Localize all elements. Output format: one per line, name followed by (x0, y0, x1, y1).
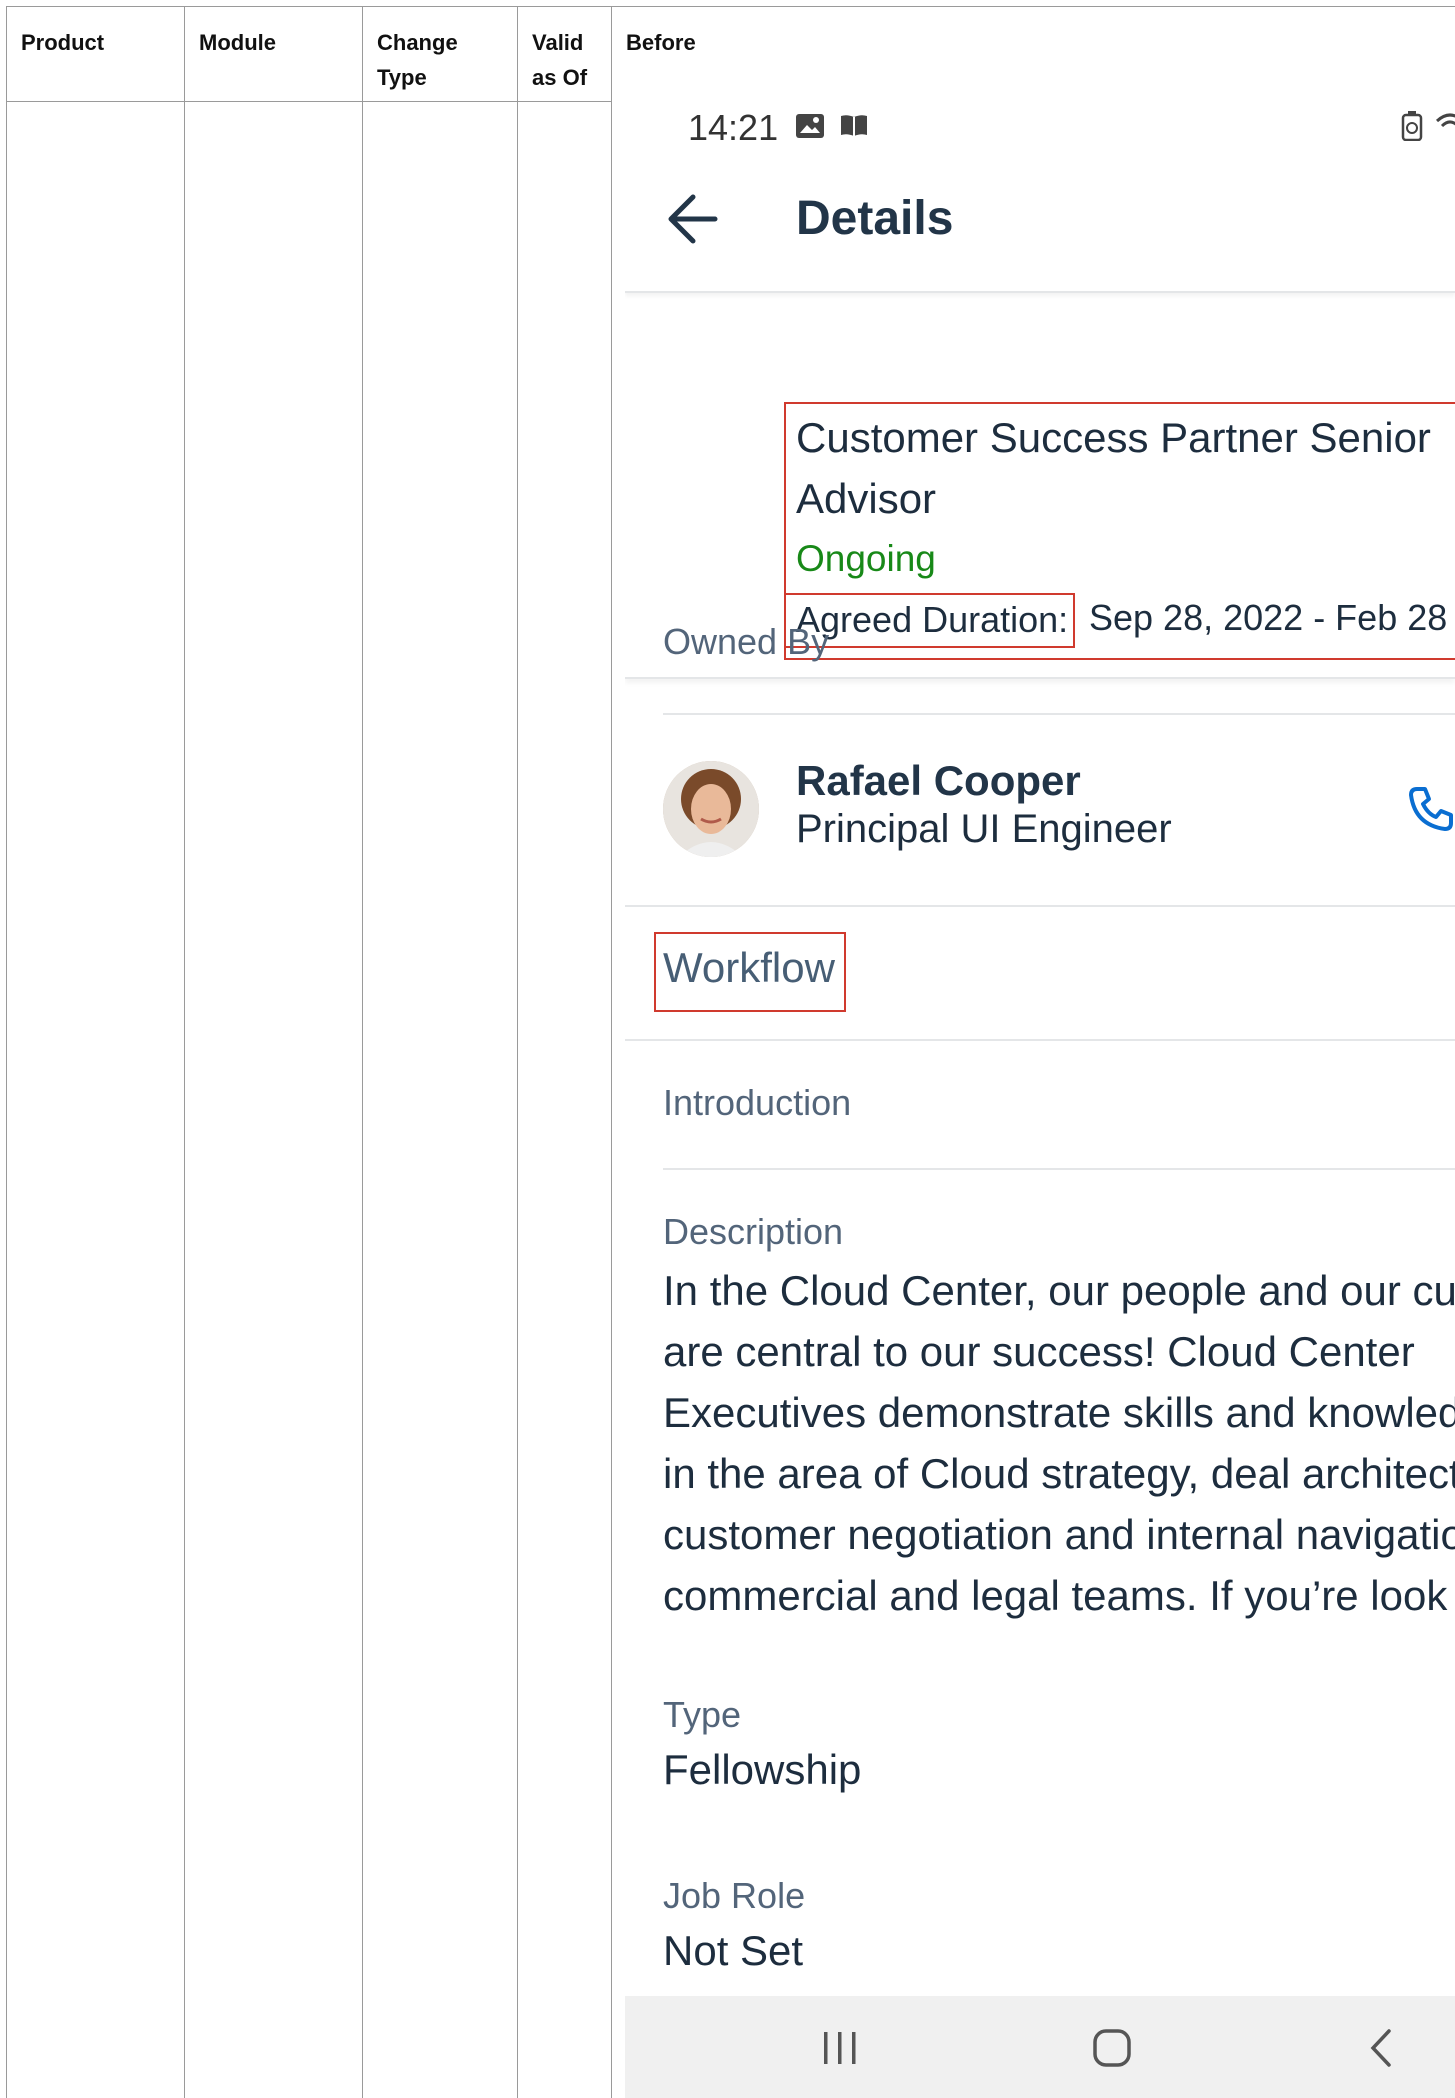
home-icon[interactable] (1092, 2028, 1132, 2073)
avatar (663, 761, 759, 857)
recent-apps-icon[interactable] (820, 2030, 860, 2071)
divider (625, 905, 1455, 907)
divider (663, 713, 1455, 715)
owner-role: Principal UI Engineer (796, 807, 1172, 851)
description-label: Description (663, 1211, 844, 1252)
status-time: 14:21 (688, 107, 779, 148)
job-role-value: Not Set (663, 1927, 804, 1974)
page-title: Details (796, 192, 954, 245)
agreed-duration-value: Sep 28, 2022 - Feb 28 (1089, 597, 1448, 638)
owned-by-label: Owned By (663, 621, 830, 662)
phone-icon[interactable] (1407, 785, 1455, 838)
status-bar: 14:21 (625, 101, 1455, 161)
column-product (7, 7, 185, 2098)
header-valid-as-of: Valid as Of (532, 30, 588, 90)
description-text: In the Cloud Center, our people and our … (663, 1267, 1455, 1619)
type-value: Fellowship (663, 1746, 862, 1793)
divider (663, 1168, 1455, 1170)
book-icon (839, 113, 869, 144)
column-change-type (363, 7, 518, 2098)
owner-name[interactable]: Rafael Cooper (796, 757, 1081, 805)
android-nav-bar (625, 1996, 1455, 2098)
app-bar: Details (625, 161, 1455, 293)
nav-back-icon[interactable] (1367, 2028, 1395, 2073)
column-valid-as-of (518, 7, 612, 2098)
header-divider (7, 101, 612, 102)
agreed-duration-label: Agreed Duration: (796, 599, 1069, 640)
battery-saver-icon (1401, 111, 1423, 146)
header-before: Before (626, 30, 696, 55)
column-module (185, 7, 363, 2098)
status-ongoing: Ongoing (796, 538, 936, 579)
workflow-section[interactable]: Workflow (663, 944, 835, 992)
introduction-label: Introduction (663, 1082, 852, 1123)
header-module: Module (199, 30, 276, 55)
wifi-icon (1435, 109, 1455, 144)
image-icon (795, 113, 825, 144)
header-change-type: Change Type (377, 30, 458, 90)
job-role-label: Job Role (663, 1875, 806, 1916)
header-title-line1: Customer Success Partner Senior (796, 414, 1431, 461)
divider (625, 1039, 1455, 1041)
header-product: Product (21, 30, 105, 55)
phone-screenshot: 14:21 Details Customer Success Partner S… (625, 101, 1455, 2098)
header-title-line2: Advisor (796, 475, 937, 522)
back-arrow-icon[interactable] (663, 191, 719, 252)
type-label: Type (663, 1694, 742, 1735)
